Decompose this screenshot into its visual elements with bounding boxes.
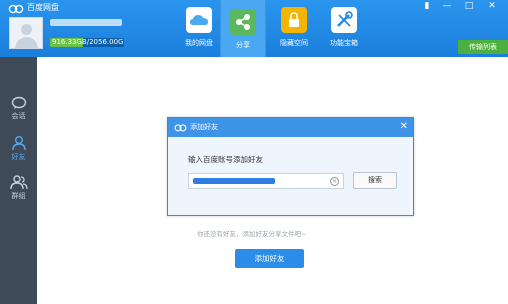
username-redacted[interactable] [50,19,122,26]
lock-icon [281,7,307,33]
baidu-netdisk-logo-icon [174,124,187,132]
account-search-input[interactable]: × [188,173,344,189]
transfer-list-button[interactable]: 传输列表 [458,40,508,54]
dialog-title: 添加好友 [190,123,218,131]
friend-icon [11,136,26,151]
top-bar: 百度网盘 916.33GB/2056.00GB 我的网盘 分享 隐 [0,0,508,57]
maximize-button[interactable]: □ [462,1,476,12]
sidebar-item-label: 会话 [11,112,26,120]
baidu-netdisk-logo-icon [8,4,24,14]
search-button[interactable]: 搜索 [353,172,397,189]
sidebar-item-label: 好友 [11,153,26,161]
app-title: 百度网盘 [27,3,59,12]
avatar-body-shape [15,37,38,48]
close-button[interactable]: ✕ [485,1,499,12]
transfer-list-label: 传输列表 [469,43,497,51]
minimize-button[interactable]: — [440,1,454,12]
tab-label: 功能宝箱 [330,39,358,47]
tab-label: 我的网盘 [185,39,213,47]
avatar-head-shape [21,24,32,35]
avatar[interactable] [9,17,43,49]
dialog-body: 输入百度账号添加好友 × 搜索 [168,137,413,215]
cloud-icon [186,7,212,33]
storage-quota-bar: 916.33GB/2056.00GB [50,38,124,47]
storage-total: /2056.00GB [86,38,124,46]
tab-hidden-space[interactable]: 隐藏空间 [272,7,316,53]
group-icon [9,175,28,190]
tab-label: 隐藏空间 [280,39,308,47]
menu-icon[interactable]: ▮ [420,1,434,12]
tab-toolbox[interactable]: 功能宝箱 [322,7,366,53]
tools-icon [331,7,357,33]
storage-used: 916.33GB [52,38,87,46]
input-text-redacted [193,178,275,184]
dialog-prompt: 输入百度账号添加好友 [188,155,263,164]
dialog-header: 添加好友 ✕ [168,118,413,137]
sidebar-item-chat[interactable]: 会话 [0,94,37,126]
tab-label: 分享 [236,41,250,49]
sidebar-item-groups[interactable]: 群组 [0,172,37,204]
share-icon [230,9,256,35]
tab-my-netdisk[interactable]: 我的网盘 [177,7,221,53]
sidebar-item-label: 群组 [11,192,26,200]
tab-share[interactable]: 分享 [220,0,266,57]
dialog-close-button[interactable]: ✕ [400,120,408,134]
sidebar: 会话 好友 群组 [0,57,37,304]
clear-icon[interactable]: × [330,177,339,186]
add-friend-dialog: 添加好友 ✕ 输入百度账号添加好友 × 搜索 [167,117,414,216]
storage-quota-text: 916.33GB/2056.00GB [52,38,124,47]
add-friend-button[interactable]: 添加好友 [235,249,304,268]
sidebar-item-friends[interactable]: 好友 [0,133,37,165]
chat-icon [11,96,26,109]
empty-friends-hint: 你还没有好友，添加好友分享文件吧~ [197,230,307,238]
